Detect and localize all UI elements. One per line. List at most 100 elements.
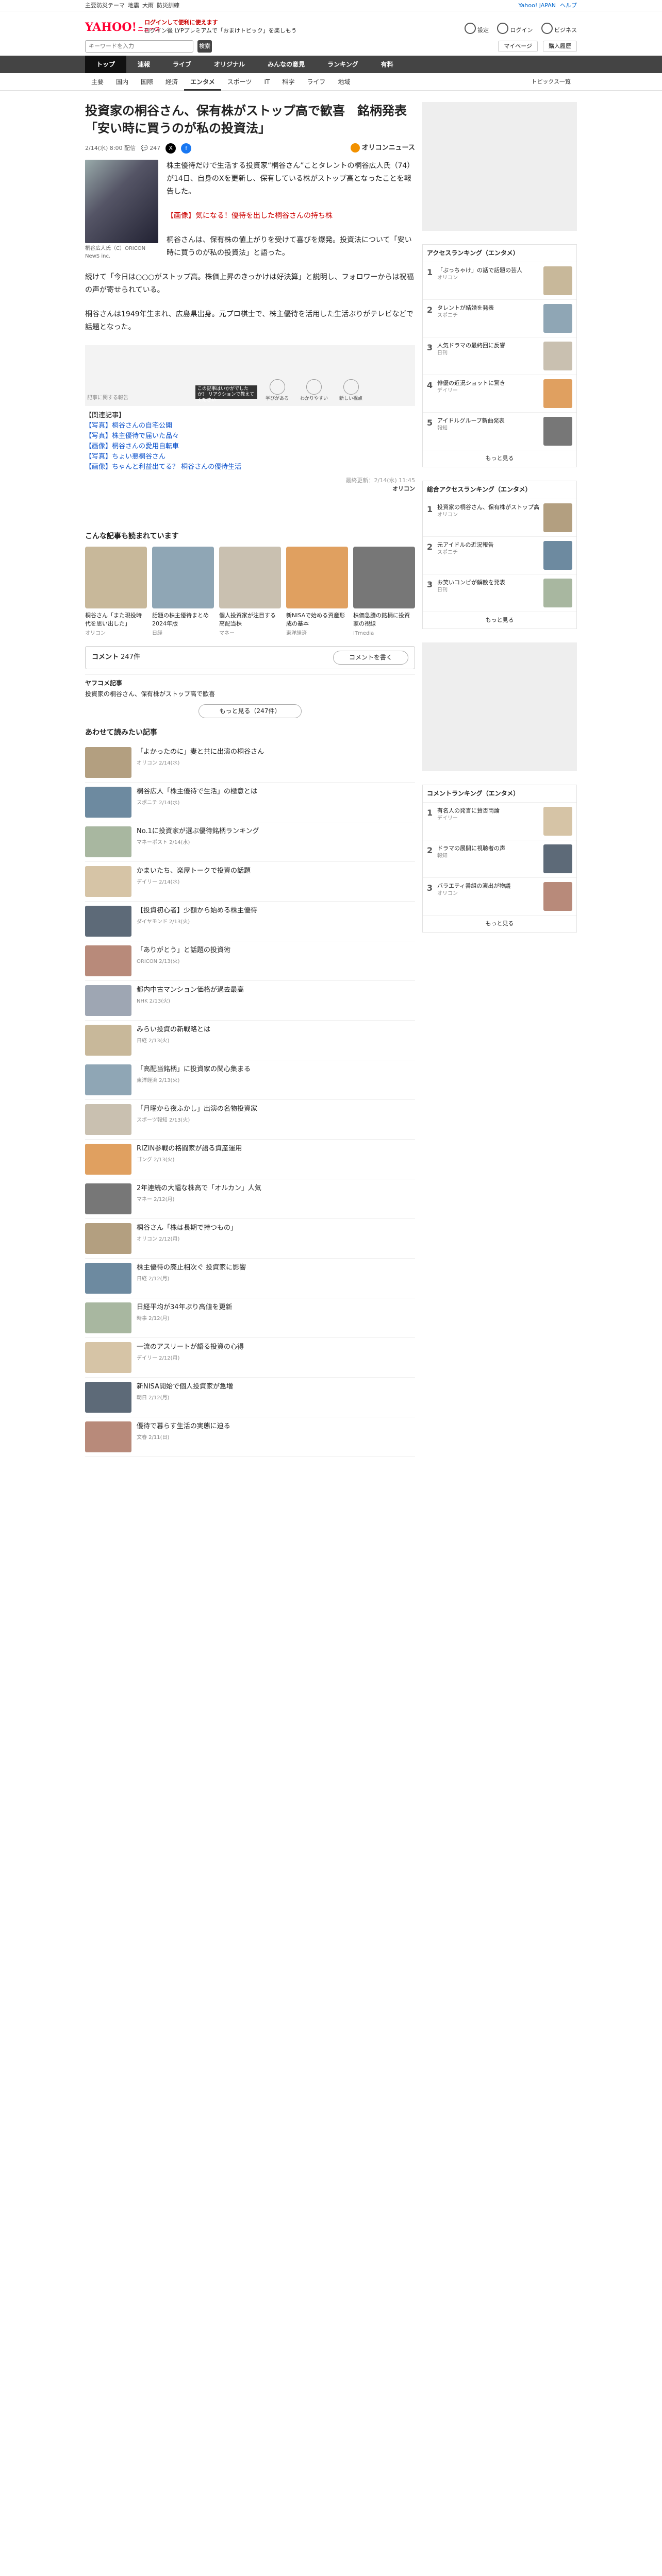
write-comment-button[interactable]: コメントを書く (333, 650, 408, 665)
cat-world[interactable]: 国際 (135, 73, 159, 91)
feed-item[interactable]: 桐谷広人「株主優待で生活」の極意とは スポニチ 2/14(水) (85, 783, 415, 823)
feed-item[interactable]: 「よかったのに」妻と共に出演の桐谷さん オリコン 2/14(水) (85, 743, 415, 783)
feed-thumbnail (85, 1025, 131, 1056)
cat-entertainment[interactable]: エンタメ (184, 73, 221, 91)
ranking-item[interactable]: 3 人気ドラマの最終回に反響 日刊 (423, 337, 576, 376)
related-card[interactable]: 株価急騰の銘柄に投資家の視線 ITmedia (353, 547, 415, 638)
topbar-link-1[interactable]: 地震 (128, 2, 139, 10)
cat-science[interactable]: 科学 (276, 73, 301, 91)
ranking-item[interactable]: 1 「ぶっちゃけ」の話で話題の芸人 オリコン (423, 262, 576, 300)
feed-item[interactable]: 一流のアスリートが語る投資の心得 デイリー 2/12(月) (85, 1338, 415, 1378)
related-link[interactable]: 【画像】ちゃんと利益出てる？ 桐谷さんの優待生活 (85, 462, 415, 472)
ranking-source: 報知 (437, 853, 448, 859)
feed-text: 桐谷広人「株主優待で生活」の極意とは スポニチ 2/14(水) (137, 787, 257, 818)
ranking-item[interactable]: 2 元アイドルの近況報告 スポニチ (423, 537, 576, 574)
related-card[interactable]: 個人投資家が注目する高配当株 マネー (219, 547, 281, 638)
ranking-item[interactable]: 1 投資家の桐谷さん、保有株がストップ高 オリコン (423, 499, 576, 537)
login-link[interactable]: ログイン (497, 21, 533, 35)
sidebar-ad-2[interactable] (422, 642, 577, 771)
last-updated: 最終更新：2/14(水) 11:45 (345, 477, 415, 484)
sidebar-ad[interactable] (422, 102, 577, 231)
feed-item[interactable]: かまいたち、楽屋トークで投資の話題 デイリー 2/14(水) (85, 862, 415, 902)
feed-item[interactable]: RIZIN参戦の格闘家が語る資産運用 ゴング 2/13(火) (85, 1140, 415, 1180)
x-share-icon[interactable]: X (166, 143, 176, 154)
feed-item[interactable]: 「月曜から夜ふかし」出演の名物投資家 スポーツ報知 2/13(火) (85, 1100, 415, 1140)
reaction-new[interactable]: 新しい視点 (339, 379, 362, 402)
source-name[interactable]: オリコン (85, 485, 415, 493)
source-logo[interactable]: オリコンニュース (350, 143, 415, 153)
nav-ranking[interactable]: ランキング (316, 56, 370, 73)
cat-domestic[interactable]: 国内 (110, 73, 135, 91)
yahoo-japan-link[interactable]: Yahoo! JAPAN (518, 2, 556, 10)
feed-item[interactable]: 「高配当銘柄」に投資家の関心集まる 東洋経済 2/13(火) (85, 1060, 415, 1100)
related-card-thumbnail (219, 547, 281, 609)
nav-opinion[interactable]: みんなの意見 (256, 56, 316, 73)
facebook-share-icon[interactable]: f (181, 143, 192, 154)
business-link[interactable]: ビジネス (541, 21, 577, 35)
feed-source: スポニチ 2/14(水) (137, 800, 180, 806)
ranking-item[interactable]: 2 ドラマの展開に視聴者の声 報知 (423, 840, 576, 878)
topics-list-link[interactable]: トピックス一覧 (525, 73, 577, 91)
history-link[interactable]: 購入履歴 (543, 41, 577, 52)
nav-top[interactable]: トップ (85, 56, 127, 73)
ranking-text: ドラマの展開に視聴者の声 報知 (437, 844, 540, 860)
feed-item[interactable]: 優待で暮らす生活の実態に迫る 文春 2/11(日) (85, 1417, 415, 1458)
related-card[interactable]: 新NISAで始める資産形成の基本 東洋経済 (286, 547, 348, 638)
related-card[interactable]: 桐谷さん「また現役時代を思い出した」 オリコン (85, 547, 147, 638)
mypage-link[interactable]: マイページ (498, 41, 538, 52)
reaction-clear[interactable]: わかりやすい (300, 379, 328, 402)
feed-item[interactable]: 桐谷さん「株は長期で持つもの」 オリコン 2/12(月) (85, 1219, 415, 1259)
feed-item[interactable]: 「ありがとう」と話題の投資術 ORICON 2/13(火) (85, 941, 415, 981)
reaction-learn[interactable]: 学びがある (266, 379, 289, 402)
settings-link[interactable]: 設定 (464, 21, 489, 35)
topbar-link-2[interactable]: 大雨 (142, 2, 154, 10)
related-link[interactable]: 【画像】桐谷さんの愛用自転車 (85, 442, 415, 452)
topbar-link-0[interactable]: 主要防災テーマ (85, 2, 125, 10)
nav-breaking[interactable]: 速報 (126, 56, 161, 73)
feed-item[interactable]: 新NISA開始で個人投資家が急増 朝日 2/12(月) (85, 1378, 415, 1418)
cat-main[interactable]: 主要 (85, 73, 110, 91)
ranking-item[interactable]: 5 アイドルグループ新曲発表 報知 (423, 413, 576, 451)
ranking-item[interactable]: 4 俳優の近況ショットに驚き デイリー (423, 375, 576, 413)
related-card[interactable]: 話題の株主優待まとめ 2024年版 日経 (152, 547, 214, 638)
cat-sports[interactable]: スポーツ (221, 73, 258, 91)
feed-item[interactable]: 2年連続の大幅な株高で「オルカン」人気 マネー 2/12(月) (85, 1179, 415, 1219)
feed-item[interactable]: 【投資初心者】少額から始める株主優待 ダイヤモンド 2/13(火) (85, 902, 415, 942)
topbar-link-3[interactable]: 防災訓練 (157, 2, 179, 10)
cat-life[interactable]: ライフ (301, 73, 332, 91)
cat-it[interactable]: IT (258, 73, 276, 91)
ranking-thumbnail (543, 342, 572, 371)
search-input[interactable] (85, 40, 193, 53)
search-button[interactable]: 検索 (197, 40, 212, 53)
feed-item[interactable]: No.1に投資家が選ぶ優待銘柄ランキング マネーポスト 2/14(水) (85, 822, 415, 862)
feed-source: 朝日 2/12(月) (137, 1395, 170, 1401)
feed-item[interactable]: 日経平均が34年ぶり高値を更新 時事 2/12(月) (85, 1298, 415, 1338)
ranking-more-link[interactable]: もっと見る (423, 916, 576, 932)
ranking-more-link[interactable]: もっと見る (423, 612, 576, 629)
ranking-item[interactable]: 3 お笑いコンビが解散を発表 日刊 (423, 574, 576, 612)
ranking-more-link[interactable]: もっと見る (423, 450, 576, 467)
comment-count[interactable]: コメント 247件 (92, 653, 140, 663)
article-photo[interactable] (85, 160, 158, 243)
feed-item[interactable]: 株主優待の廃止相次ぐ 投資家に影響 日経 2/12(月) (85, 1259, 415, 1299)
more-comments-button[interactable]: もっと見る（247件） (198, 704, 302, 719)
nav-original[interactable]: オリジナル (203, 56, 256, 73)
ranking-item[interactable]: 2 タレントが結婚を発表 スポニチ (423, 300, 576, 338)
ranking-number: 3 (427, 343, 433, 353)
related-link[interactable]: 【写真】ちょい悪桐谷さん (85, 452, 415, 462)
related-link[interactable]: 【写真】桐谷さんの自宅公開 (85, 421, 415, 431)
nav-paid[interactable]: 有料 (370, 56, 405, 73)
cat-economy[interactable]: 経済 (159, 73, 184, 91)
comment-count-link[interactable]: 💬 247 (141, 144, 160, 152)
cat-local[interactable]: 地域 (332, 73, 356, 91)
article-image-link[interactable]: 【画像】気になる！優待を出した桐谷さんの持ち株 (167, 210, 415, 223)
related-link[interactable]: 【写真】株主優待で届いた品々 (85, 431, 415, 442)
feed-text: 「ありがとう」と話題の投資術 ORICON 2/13(火) (137, 945, 230, 976)
feed-item[interactable]: 都内中古マンション価格が過去最高 NHK 2/13(火) (85, 981, 415, 1021)
ranking-item[interactable]: 1 有名人の発言に賛否両論 デイリー (423, 803, 576, 841)
help-link[interactable]: ヘルプ (560, 2, 577, 10)
nav-live[interactable]: ライブ (161, 56, 203, 73)
feed-item[interactable]: みらい投資の新戦略とは 日経 2/13(火) (85, 1021, 415, 1061)
login-promo-line1[interactable]: ログインして便利に使えます (144, 19, 218, 26)
ranking-item[interactable]: 3 バラエティ番組の演出が物議 オリコン (423, 878, 576, 916)
